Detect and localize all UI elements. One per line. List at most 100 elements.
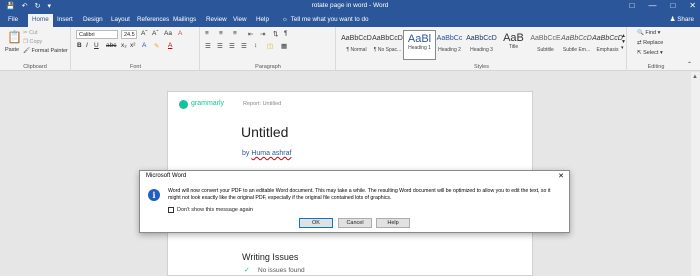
sort-icon[interactable]: ⇅ [273, 30, 278, 38]
line-spacing-icon[interactable]: ↕ [254, 42, 257, 49]
multilevel-list-icon[interactable]: ≡ [233, 30, 237, 37]
font-color-icon[interactable]: A [168, 42, 172, 49]
paragraph-group: ≡ ≡ ≡ ⇤ ⇥ ⇅ ¶ ☰ ☰ ☰ ☰ ↕ ◫ ▦ Paragraph [201, 27, 336, 71]
pilcrow-icon[interactable]: ¶ [284, 30, 288, 37]
align-right-icon[interactable]: ☰ [229, 42, 235, 50]
paste-button[interactable]: Paste [5, 47, 19, 53]
tab-mailings[interactable]: Mailings [173, 16, 196, 23]
minimize-icon[interactable]: — [648, 1, 656, 10]
document-title: rotate page in word - Word [311, 2, 389, 9]
replace-button[interactable]: ⇄ Replace [637, 40, 663, 46]
cut-label: Cut [29, 30, 38, 36]
format-painter-label: Format Painter [31, 48, 68, 54]
borders-icon[interactable]: ▦ [281, 42, 287, 50]
tell-me-box[interactable]: ☼ Tell me what you want to do [282, 16, 368, 23]
tab-references[interactable]: References [137, 16, 169, 23]
scroll-up-icon[interactable]: ▲ [692, 74, 698, 80]
tab-help[interactable]: Help [256, 16, 269, 23]
bullets-icon[interactable]: ≡ [205, 30, 209, 37]
style-sample: AaBbCcD [372, 35, 403, 42]
tab-review[interactable]: Review [206, 16, 227, 23]
clear-formatting-icon[interactable]: A [178, 30, 182, 37]
info-icon: i [148, 189, 160, 201]
format-painter-button[interactable]: 🖌 Format Painter [23, 48, 68, 54]
style-subtitle[interactable]: AaBbCcE Subtitle [529, 30, 562, 60]
tab-home[interactable]: Home [28, 14, 53, 27]
style-subtle-emphasis[interactable]: AaBbCcD Subtle Em... [560, 30, 593, 60]
find-button[interactable]: 🔍 Find ▾ [637, 30, 660, 36]
style-name: Heading 3 [470, 47, 493, 53]
decrease-indent-icon[interactable]: ⇤ [248, 30, 253, 38]
dialog-title: Microsoft Word [146, 173, 187, 179]
styles-scroll-icon[interactable]: ▲ ▼ ▾ [621, 33, 626, 51]
style-sample: AaBl [407, 33, 432, 45]
style-sample: AaBbCc [436, 35, 463, 42]
underline-icon[interactable]: U [94, 42, 99, 49]
style-normal[interactable]: AaBbCcD ¶ Normal [340, 30, 373, 60]
ribbon-display-icon[interactable]: □ [630, 1, 635, 10]
font-group: Calibri 24.5 Aˆ Aˇ Aa A B I U abc x₂ x² … [72, 27, 200, 71]
person-icon: ♟ [669, 16, 676, 23]
text-effects-icon[interactable]: A [142, 42, 146, 49]
style-no-spacing[interactable]: AaBbCcD ¶ No Spac... [371, 30, 404, 60]
cancel-button[interactable]: Cancel [338, 218, 372, 228]
grow-font-icon[interactable]: Aˆ [141, 30, 148, 37]
align-center-icon[interactable]: ☰ [217, 42, 223, 50]
tab-file[interactable]: File [8, 16, 18, 23]
editing-label: Editing [647, 64, 665, 70]
report-label: Report: Untitled [243, 101, 282, 107]
ok-button[interactable]: OK [299, 218, 333, 228]
share-button[interactable]: ♟ Share [670, 16, 694, 23]
close-icon[interactable]: ✕ [689, 1, 696, 10]
checkbox-label: Don't show this message again [177, 207, 253, 213]
style-sample: AaB [503, 32, 524, 44]
share-label: Share [677, 16, 694, 23]
numbering-icon[interactable]: ≡ [219, 30, 223, 37]
change-case-icon[interactable]: Aa [164, 30, 172, 37]
style-heading-3[interactable]: AaBbCcD Heading 3 [465, 30, 498, 60]
style-sample: AaBbCcD [561, 35, 592, 42]
tab-layout[interactable]: Layout [111, 16, 130, 23]
dont-show-again-checkbox[interactable]: Don't show this message again [168, 207, 253, 213]
grammarly-brand: grammarly [191, 100, 225, 107]
collapse-ribbon-icon[interactable]: ⌃ [687, 61, 692, 68]
strikethrough-icon[interactable]: abc [106, 42, 116, 49]
dialog-close-icon[interactable]: ✕ [558, 172, 564, 180]
highlight-icon[interactable]: ✎ [154, 42, 159, 50]
paste-icon[interactable]: 📋 [7, 30, 22, 44]
help-button[interactable]: Help [376, 218, 410, 228]
tab-view[interactable]: View [233, 16, 247, 23]
style-title[interactable]: AaB Title [497, 30, 530, 60]
convert-pdf-dialog: Microsoft Word ✕ i Word will now convert… [139, 170, 570, 233]
window-controls: □ — □ ✕ [630, 1, 696, 10]
style-heading-1[interactable]: AaBl Heading 1 [403, 30, 436, 60]
style-heading-2[interactable]: AaBbCc Heading 2 [433, 30, 466, 60]
copy-button[interactable]: ❐ Copy [23, 39, 42, 45]
cut-button[interactable]: ✂ Cut [23, 30, 38, 36]
font-size-box[interactable]: 24.5 [121, 30, 137, 39]
byline: by Huma ashraf [242, 150, 291, 157]
style-name: ¶ No Spac... [373, 47, 402, 53]
justify-icon[interactable]: ☰ [241, 42, 247, 50]
author-name: Huma ashraf [251, 150, 292, 157]
subscript-icon[interactable]: x₂ [121, 42, 127, 49]
bold-icon[interactable]: B [77, 42, 82, 49]
shrink-font-icon[interactable]: Aˇ [152, 30, 159, 37]
style-sample: AaBbCcD [341, 35, 372, 42]
tab-design[interactable]: Design [83, 16, 103, 23]
superscript-icon[interactable]: x² [130, 42, 135, 49]
style-sample: AaBbCcD [592, 35, 623, 42]
font-name-box[interactable]: Calibri [76, 30, 118, 39]
style-emphasis[interactable]: AaBbCcD Emphasis [591, 30, 624, 60]
select-button[interactable]: ⇱ Select ▾ [637, 50, 663, 56]
shading-icon[interactable]: ◫ [267, 42, 273, 50]
increase-indent-icon[interactable]: ⇥ [260, 30, 265, 38]
maximize-icon[interactable]: □ [670, 1, 675, 10]
vertical-scrollbar[interactable]: ▲ [691, 72, 700, 276]
italic-icon[interactable]: I [86, 42, 88, 49]
checkbox-box[interactable] [168, 207, 174, 213]
align-left-icon[interactable]: ☰ [205, 42, 211, 50]
tab-insert[interactable]: Insert [57, 16, 73, 23]
select-label: Select [643, 50, 659, 56]
replace-label: Replace [643, 40, 664, 46]
